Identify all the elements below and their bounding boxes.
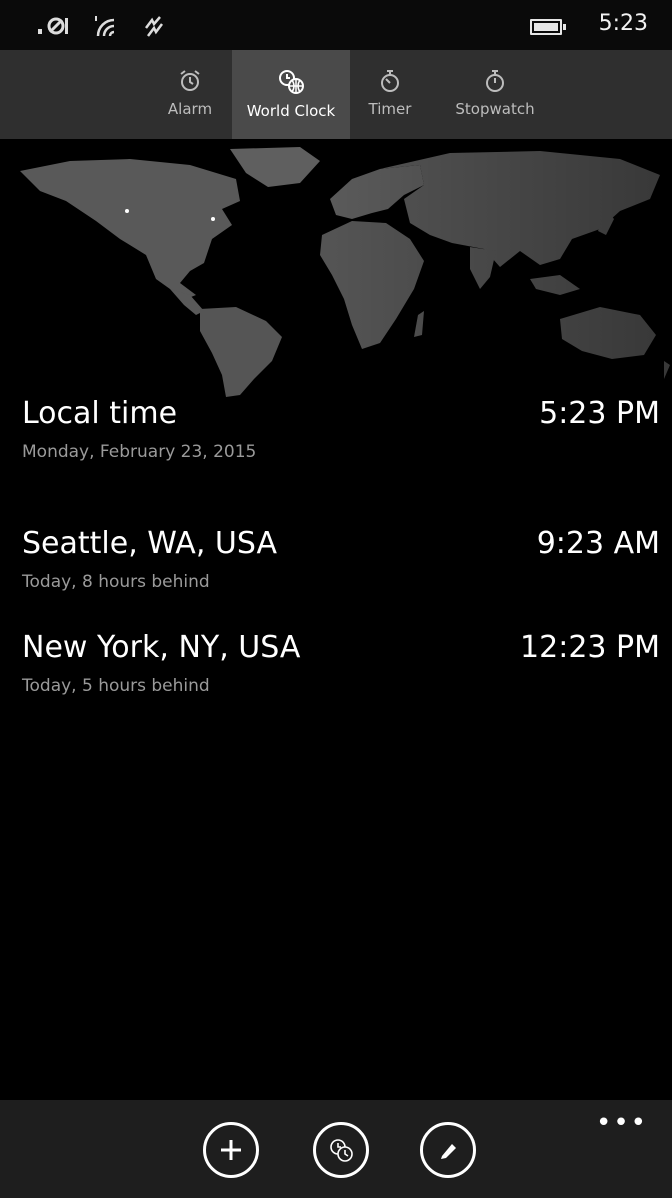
tab-timer[interactable]: Timer xyxy=(350,50,430,139)
wifi-icon xyxy=(92,14,120,41)
clock-time: 9:23 AM xyxy=(536,526,660,561)
clock-city: Seattle, WA, USA xyxy=(22,526,277,561)
status-icons xyxy=(36,14,166,41)
app-bar: ••• xyxy=(0,1100,672,1198)
more-options-button[interactable]: ••• xyxy=(596,1108,648,1138)
clock-city: New York, NY, USA xyxy=(22,630,301,665)
compare-clocks-icon xyxy=(330,1139,353,1162)
tab-label: Alarm xyxy=(167,100,213,118)
clock-detail: Today, 5 hours behind xyxy=(22,676,210,696)
edit-button[interactable] xyxy=(420,1122,476,1178)
edit-icon xyxy=(441,1144,456,1159)
clock-time: 12:23 PM xyxy=(520,630,660,665)
clock-detail: Monday, February 23, 2015 xyxy=(22,442,257,462)
tab-alarm[interactable]: Alarm xyxy=(150,50,230,139)
compare-clocks-button[interactable] xyxy=(313,1122,369,1178)
world-map xyxy=(20,139,672,399)
tab-stopwatch[interactable]: Stopwatch xyxy=(440,50,550,139)
tab-label: Stopwatch xyxy=(455,100,535,118)
pivot-tabs: Alarm World Clock Timer Stopwatch xyxy=(0,50,672,139)
clock-detail: Today, 8 hours behind xyxy=(22,572,210,592)
stopwatch-icon xyxy=(486,70,504,92)
world-clock-icon xyxy=(279,70,304,94)
tab-label: Timer xyxy=(368,100,412,118)
battery-icon xyxy=(530,19,566,35)
status-bar: 5:23 xyxy=(0,0,672,50)
add-icon xyxy=(221,1140,241,1160)
tab-world-clock[interactable]: World Clock xyxy=(232,50,350,139)
tab-label: World Clock xyxy=(246,102,336,120)
data-sense-icon xyxy=(142,14,166,41)
timer-icon xyxy=(381,70,399,92)
clock-time: 5:23 PM xyxy=(539,396,660,431)
status-time: 5:23 xyxy=(598,11,648,36)
alarm-clock-icon xyxy=(180,70,200,91)
clock-city: Local time xyxy=(22,396,178,431)
no-sim-icon xyxy=(36,15,70,40)
add-button[interactable] xyxy=(203,1122,259,1178)
